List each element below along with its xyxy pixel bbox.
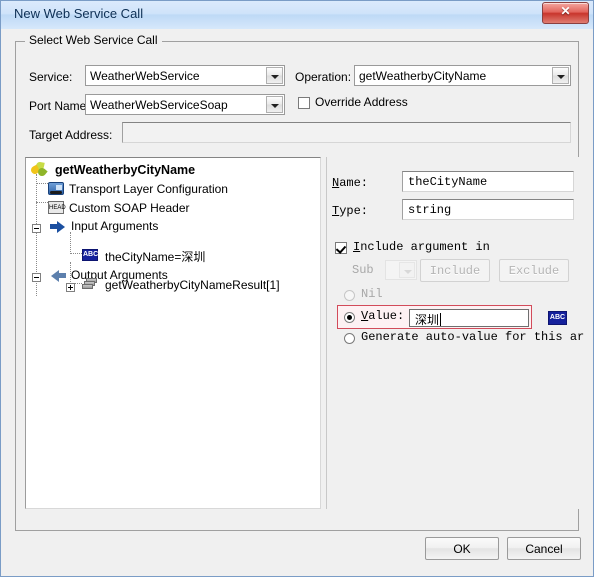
sub-label: Sub <box>352 263 374 277</box>
target-address-input[interactable] <box>122 122 571 143</box>
tree-connector <box>36 202 48 204</box>
value-input-text: 深圳 <box>415 311 442 328</box>
operation-combo-value: getWeatherbyCityName <box>359 69 487 83</box>
service-combo[interactable]: WeatherWebService <box>85 65 285 86</box>
transport-truck-icon <box>48 182 64 195</box>
tree-node-label: getWeatherbyCityNameResult[1] <box>105 278 280 292</box>
abc-picker-button[interactable]: ABC <box>548 311 567 325</box>
value-label: Value: <box>361 309 404 323</box>
value-input[interactable]: 深圳 <box>409 309 529 327</box>
ok-button[interactable]: OK <box>425 537 499 560</box>
service-label: Service: <box>29 70 73 84</box>
name-input[interactable]: theCityName <box>402 171 574 192</box>
value-radio[interactable] <box>344 312 355 323</box>
tree-connector <box>70 232 72 254</box>
service-leaf-icon <box>29 161 48 178</box>
group-title: Select Web Service Call <box>25 33 162 47</box>
cancel-button-label: Cancel <box>525 542 563 556</box>
chevron-down-icon[interactable] <box>266 96 283 113</box>
service-combo-value: WeatherWebService <box>90 69 200 83</box>
port-name-label: Port Name: <box>29 99 90 113</box>
generate-auto-value-label: Generate auto-value for this ar <box>361 330 585 344</box>
value-label-rest: alue: <box>368 309 405 323</box>
ok-button-label: OK <box>453 542 471 556</box>
exclude-button[interactable]: Exclude <box>499 259 569 282</box>
argument-detail-panel: Name: theCityName Type: string Include a… <box>326 157 584 509</box>
value-input-value: 深圳 <box>415 313 440 327</box>
chevron-down-icon[interactable] <box>266 67 283 84</box>
arrow-right-icon <box>50 220 66 233</box>
exclude-button-label: Exclude <box>508 264 560 278</box>
generate-auto-value-radio[interactable] <box>344 333 355 344</box>
operation-label: Operation: <box>295 70 352 84</box>
tree-expander-plus[interactable] <box>66 283 75 292</box>
cancel-button[interactable]: Cancel <box>507 537 581 560</box>
port-name-combo-value: WeatherWebServiceSoap <box>90 98 228 112</box>
include-button-label: Include <box>429 264 481 278</box>
target-address-label: Target Address: <box>29 128 113 142</box>
tree-node-label: getWeatherbyCityName <box>55 163 196 177</box>
close-button[interactable]: ✕ <box>542 2 589 24</box>
tree-node-label: Custom SOAP Header <box>69 201 190 215</box>
soap-header-icon: HEAD <box>48 201 66 214</box>
type-label: Type: <box>332 204 368 218</box>
name-label: Name: <box>332 176 368 190</box>
argument-tree[interactable]: getWeatherbyCityName Transport Layer Con… <box>25 157 321 509</box>
dialog-client-area: Select Web Service Call Service: Weather… <box>1 29 593 576</box>
name-label-rest: ame: <box>339 176 369 190</box>
chevron-down-icon[interactable] <box>552 67 569 84</box>
tree-expander-minus[interactable] <box>32 224 41 233</box>
arrow-left-icon <box>50 269 66 282</box>
tree-connector <box>70 253 82 255</box>
include-argument-label: Include argument in <box>353 240 490 254</box>
array-stack-icon <box>82 278 98 291</box>
nil-label: Nil <box>361 287 383 301</box>
tree-node-label: Transport Layer Configuration <box>69 182 228 196</box>
operation-combo[interactable]: getWeatherbyCityName <box>354 65 571 86</box>
tree-expander-minus[interactable] <box>32 273 41 282</box>
port-name-combo[interactable]: WeatherWebServiceSoap <box>85 94 285 115</box>
type-input[interactable]: string <box>402 199 574 220</box>
title-bar: New Web Service Call ✕ <box>1 1 593 30</box>
text-caret <box>440 313 442 326</box>
tree-connector <box>36 183 48 185</box>
nil-radio[interactable] <box>344 290 355 301</box>
window-title: New Web Service Call <box>14 6 144 21</box>
include-label-rest: nclude argument in <box>360 240 490 254</box>
include-button[interactable]: Include <box>420 259 490 282</box>
chevron-down-icon[interactable] <box>399 262 415 278</box>
new-web-service-call-dialog: New Web Service Call ✕ Select Web Servic… <box>0 0 594 577</box>
override-address-checkbox[interactable] <box>298 97 310 109</box>
type-label-rest: ype: <box>339 204 369 218</box>
close-icon: ✕ <box>560 4 571 18</box>
include-argument-checkbox[interactable] <box>335 242 347 254</box>
sub-combo[interactable] <box>385 260 417 280</box>
name-value: theCityName <box>408 175 488 189</box>
tree-node-label: theCityName=深圳 <box>105 250 206 264</box>
type-value: string <box>408 203 452 217</box>
override-address-label: Override Address <box>315 95 408 109</box>
abc-string-icon: ABC <box>82 249 98 261</box>
tree-node-label: Input Arguments <box>71 219 159 233</box>
